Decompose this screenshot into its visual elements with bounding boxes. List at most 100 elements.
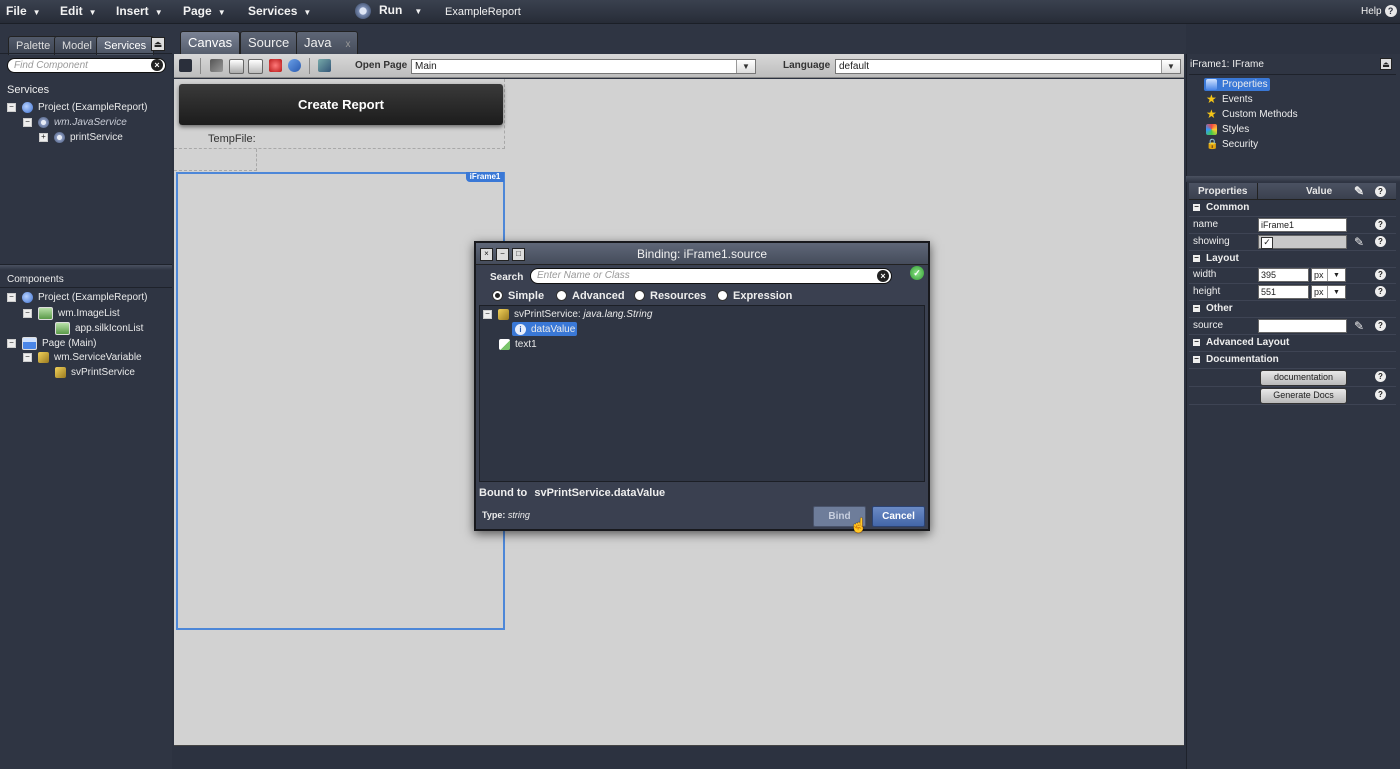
chevron-down-icon[interactable]: ▼: [1327, 286, 1345, 298]
collapse-icon[interactable]: −: [1193, 354, 1200, 363]
menu-insert[interactable]: Insert ▼: [116, 4, 163, 18]
save-icon[interactable]: [179, 59, 192, 72]
nav-styles[interactable]: Styles: [1206, 124, 1249, 135]
chevron-down-icon[interactable]: ▼: [1161, 60, 1180, 73]
panel-splitter[interactable]: [0, 264, 172, 270]
group-advanced-layout[interactable]: − Advanced Layout: [1189, 335, 1396, 352]
radio-simple[interactable]: Simple: [492, 289, 544, 302]
close-icon[interactable]: x: [345, 39, 350, 50]
collapse-icon[interactable]: −: [23, 118, 32, 127]
group-other[interactable]: − Other: [1189, 301, 1396, 318]
prop-width-input[interactable]: 395: [1258, 268, 1309, 282]
prop-showing-checkbox[interactable]: ✓: [1261, 237, 1273, 249]
tree-item-sv-print-service[interactable]: svPrintService: [55, 367, 135, 378]
pencil-icon[interactable]: ✎: [1354, 235, 1364, 249]
prop-source-input[interactable]: [1258, 319, 1347, 333]
prop-height-input[interactable]: 551: [1258, 285, 1309, 299]
paste-icon[interactable]: [248, 59, 263, 74]
collapse-icon[interactable]: −: [23, 309, 32, 318]
tree-item-silk-icon-list[interactable]: app.silkIconList: [55, 322, 143, 335]
cut-icon[interactable]: [210, 59, 223, 72]
question-icon[interactable]: ?: [1375, 269, 1386, 280]
iframe1-component[interactable]: [176, 172, 505, 630]
pencil-icon[interactable]: ✎: [1354, 184, 1364, 198]
panel-collapse-icon[interactable]: ⏏: [1380, 58, 1392, 70]
language-select[interactable]: default ▼: [835, 59, 1181, 74]
collapse-icon[interactable]: −: [1193, 303, 1200, 312]
collapse-icon[interactable]: −: [7, 293, 16, 302]
find-component-input[interactable]: Find Component: [7, 58, 166, 73]
menu-file[interactable]: File ▼: [6, 4, 41, 18]
menu-edit[interactable]: Edit ▼: [60, 4, 97, 18]
collapse-icon[interactable]: −: [23, 353, 32, 362]
collapse-icon[interactable]: −: [1193, 202, 1200, 211]
menu-page[interactable]: Page ▼: [183, 4, 226, 18]
run-button[interactable]: Run ▼: [355, 3, 422, 19]
tab-java[interactable]: Java x: [296, 31, 359, 54]
question-icon[interactable]: ?: [1375, 320, 1386, 331]
chevron-down-icon[interactable]: ▼: [736, 60, 755, 73]
prop-name-input[interactable]: iFrame1: [1258, 218, 1347, 232]
cancel-button[interactable]: Cancel: [872, 506, 925, 527]
group-common-label: Common: [1206, 202, 1250, 213]
tree-item-data-value[interactable]: i dataValue: [515, 324, 575, 335]
group-documentation[interactable]: − Documentation: [1189, 352, 1396, 369]
pencil-icon[interactable]: ✎: [1354, 319, 1364, 333]
editor-toolbar: Open Page Main ▼ Language default ▼: [174, 54, 1184, 78]
nav-events[interactable]: ★ Events: [1206, 93, 1253, 105]
collapse-icon[interactable]: −: [7, 103, 16, 112]
clear-search-icon[interactable]: ×: [151, 59, 163, 71]
open-page-value: Main: [415, 61, 437, 72]
create-report-button[interactable]: Create Report: [179, 84, 503, 125]
nav-properties[interactable]: Properties: [1206, 79, 1268, 90]
tree-item-text1[interactable]: text1: [499, 339, 537, 350]
chevron-down-icon[interactable]: ▼: [1327, 269, 1345, 281]
undo-icon[interactable]: [288, 59, 301, 72]
question-icon[interactable]: ?: [1375, 219, 1386, 230]
nav-custom-methods[interactable]: ★ Custom Methods: [1206, 108, 1298, 120]
question-icon[interactable]: ?: [1375, 236, 1386, 247]
tree-item-print-service[interactable]: + printService: [39, 132, 123, 143]
radio-resources[interactable]: Resources: [634, 289, 706, 302]
group-layout-label: Layout: [1206, 253, 1239, 264]
nav-security[interactable]: 🔒 Security: [1206, 139, 1258, 150]
tab-source[interactable]: Source: [240, 31, 298, 54]
tree-item-project[interactable]: − Project (ExampleReport): [7, 102, 147, 113]
clear-search-icon[interactable]: ×: [877, 270, 889, 282]
prop-height-unit-select[interactable]: px ▼: [1311, 285, 1346, 299]
panel-collapse-icon[interactable]: ⏏: [151, 37, 165, 51]
services-section-title: Services: [7, 84, 50, 96]
collapse-icon[interactable]: −: [1193, 253, 1200, 262]
question-icon[interactable]: ?: [1375, 371, 1386, 382]
chevron-down-icon: ▼: [32, 8, 41, 17]
tab-canvas[interactable]: Canvas: [180, 31, 241, 54]
panel-splitter[interactable]: [1186, 176, 1400, 182]
radio-expression[interactable]: Expression: [717, 289, 792, 302]
tree-item-sv-print-service[interactable]: − svPrintService: java.lang.String: [483, 309, 652, 320]
group-common[interactable]: − Common: [1189, 200, 1396, 217]
collapse-icon[interactable]: −: [483, 310, 492, 319]
documentation-button[interactable]: documentation: [1260, 370, 1347, 386]
tree-item-service-variable[interactable]: − wm.ServiceVariable: [23, 352, 142, 363]
help-button[interactable]: Help?: [1361, 5, 1397, 17]
menu-services[interactable]: Services ▼: [248, 4, 311, 18]
question-icon[interactable]: ?: [1375, 286, 1386, 297]
binding-search-input[interactable]: Enter Name or Class: [530, 268, 892, 284]
collapse-icon[interactable]: −: [1193, 337, 1200, 346]
copy-icon[interactable]: [229, 59, 244, 74]
group-layout[interactable]: − Layout: [1189, 251, 1396, 268]
open-page-select[interactable]: Main ▼: [411, 59, 756, 74]
radio-advanced[interactable]: Advanced: [556, 289, 625, 302]
tree-item-java-service[interactable]: − wm.JavaService: [23, 117, 127, 128]
collapse-icon[interactable]: −: [7, 339, 16, 348]
delete-icon[interactable]: [269, 59, 282, 72]
generate-docs-button[interactable]: Generate Docs: [1260, 388, 1347, 404]
expand-icon[interactable]: +: [39, 133, 48, 142]
tree-item-page-main[interactable]: − Page (Main): [7, 337, 96, 350]
question-icon[interactable]: ?: [1375, 389, 1386, 400]
prop-width-unit-select[interactable]: px ▼: [1311, 268, 1346, 282]
tree-item-project[interactable]: − Project (ExampleReport): [7, 292, 147, 303]
question-icon[interactable]: ?: [1375, 186, 1386, 197]
tree-item-image-list[interactable]: − wm.ImageList: [23, 307, 120, 320]
tree-view-icon[interactable]: [318, 59, 331, 72]
